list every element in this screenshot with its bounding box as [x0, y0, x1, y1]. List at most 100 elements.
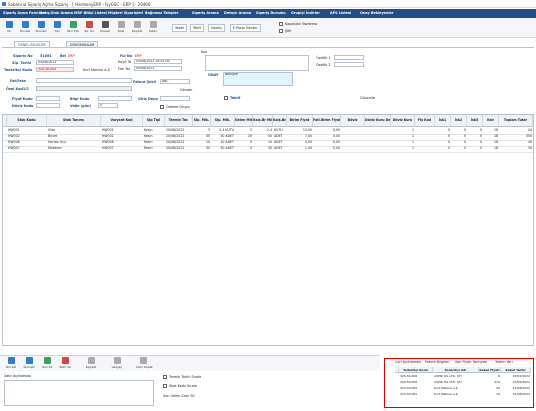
- menu-item-satis-stok-arama[interactable]: Satış/Stok Arama: [40, 11, 73, 15]
- table-cell[interactable]: 1: [392, 134, 414, 139]
- table-cell[interactable]: Vida: [48, 128, 100, 133]
- table-cell[interactable]: 0: [468, 146, 482, 151]
- kayit-tarihi-input[interactable]: 05/08/2022 16:52:00: [134, 59, 182, 64]
- sip-tarihi-input[interactable]: 05/08/2022: [36, 60, 74, 65]
- giris-depo-input[interactable]: [160, 96, 190, 101]
- mini-table-cell[interactable]: 270: [480, 380, 500, 385]
- grid-header-isk1[interactable]: İsk1: [435, 115, 451, 127]
- menu-item-grupici-indirler[interactable]: Grupiçi İndirler: [291, 11, 320, 15]
- table-cell[interactable]: 0,00: [314, 128, 340, 133]
- mini-table-cell[interactable]: 01/08/2022: [502, 392, 530, 397]
- table-cell[interactable]: 10: [194, 140, 210, 145]
- mini-table-cell[interactable]: 10: [480, 392, 500, 397]
- kapatilan-yazdirma-checkbox[interactable]: [279, 22, 283, 26]
- table-cell[interactable]: 0: [468, 128, 482, 133]
- table-cell[interactable]: [366, 128, 390, 133]
- table-cell[interactable]: 0: [436, 146, 450, 151]
- menu-item-aps-listesi[interactable]: APS Listesi: [330, 11, 351, 15]
- tab-cari-aciklamasi[interactable]: Cari Açıklaması: [395, 360, 421, 364]
- table-cell[interactable]: 20/08/2022: [166, 134, 192, 139]
- table-cell[interactable]: 24: [500, 128, 532, 133]
- table-cell[interactable]: [342, 140, 364, 145]
- table-cell[interactable]: 10,00: [288, 128, 312, 133]
- grid-header-termin-tar[interactable]: Termin Tar.: [165, 115, 193, 127]
- doviz-kodu-input[interactable]: [36, 103, 60, 108]
- cancel-button[interactable]: İptal: [114, 21, 128, 36]
- table-cell[interactable]: 40: [500, 140, 532, 145]
- table-cell[interactable]: 18: [484, 140, 498, 145]
- line-next-button[interactable]: Sonraki: [22, 357, 36, 372]
- table-cell[interactable]: [416, 140, 434, 145]
- table-cell[interactable]: Kesin: [144, 140, 164, 145]
- table-cell[interactable]: 30: [500, 146, 532, 151]
- grid-header-stok-tanimi[interactable]: Stok Tanımı: [47, 115, 101, 127]
- table-cell[interactable]: 1: [392, 146, 414, 151]
- table-cell[interactable]: 0: [452, 146, 466, 151]
- mini-header-tedarikci-adi[interactable]: Tedarikçi Adı: [433, 367, 479, 373]
- grid-header-sip-mik-birim[interactable]: Sip. Mik.: [211, 115, 235, 127]
- mini-table-cell[interactable]: ASPIR OIL LTD. ŞTİ: [434, 380, 478, 385]
- table-cell[interactable]: 50: [194, 134, 210, 139]
- menu-item-siparis-acma[interactable]: Sipariş Açma Formları: [3, 11, 45, 15]
- mini-table-cell[interactable]: 07/02/2022: [502, 374, 530, 379]
- table-cell[interactable]: 20: [236, 134, 252, 139]
- line-previous-button[interactable]: Önceki: [4, 357, 18, 372]
- table-cell[interactable]: HW001: [8, 128, 46, 133]
- table-cell[interactable]: 0,00: [314, 140, 340, 145]
- menu-item-musteri-siparisleri[interactable]: Müşteri Siparişleri: [108, 11, 143, 15]
- grid-header-fis-kod[interactable]: Fiş Kod: [415, 115, 435, 127]
- table-cell[interactable]: [342, 134, 364, 139]
- grid-header-kdv[interactable]: Kdv: [483, 115, 499, 127]
- mini-table-cell[interactable]: Kurt Makine A.Ş: [434, 392, 478, 397]
- table-cell[interactable]: Büvet: [48, 134, 100, 139]
- table-cell[interactable]: 10: [254, 140, 272, 145]
- table-cell[interactable]: 0: [452, 140, 466, 145]
- mini-table-cell[interactable]: 320.30.005: [400, 386, 432, 391]
- table-cell[interactable]: ADET: [274, 146, 286, 151]
- not-textarea[interactable]: [205, 55, 309, 71]
- table-cell[interactable]: Kesin: [144, 128, 164, 133]
- table-cell[interactable]: 1,00: [288, 146, 312, 151]
- table-cell[interactable]: 30: [194, 146, 210, 151]
- ozellik1-input[interactable]: [334, 55, 364, 60]
- vade-input[interactable]: 0: [98, 103, 118, 108]
- table-cell[interactable]: [416, 134, 434, 139]
- table-cell[interactable]: 0: [236, 146, 252, 151]
- teklif-button[interactable]: Teklif: [190, 24, 205, 32]
- table-cell[interactable]: 30: [254, 146, 272, 151]
- table-cell[interactable]: [342, 128, 364, 133]
- table-cell[interactable]: HW007: [102, 146, 142, 151]
- menu-item-siparis-durumu[interactable]: Sipariş Durumu: [256, 11, 286, 15]
- table-cell[interactable]: 18: [484, 128, 498, 133]
- grid-header-toplam-tutar[interactable]: Toplam Tutar: [499, 115, 533, 127]
- ozel-kod-input[interactable]: [36, 86, 132, 91]
- mini-table-cell[interactable]: 8: [480, 374, 500, 379]
- type-button[interactable]: Tipi: [50, 21, 64, 36]
- stok-kodu-sirala-checkbox[interactable]: [163, 384, 167, 388]
- table-cell[interactable]: 18: [484, 146, 498, 151]
- grid-header-doviz-kuru[interactable]: Döviz Kuru: [391, 115, 415, 127]
- mini-table-cell[interactable]: 320.30.006: [400, 380, 432, 385]
- menu-item-mrp-bitisi[interactable]: MRP Bitişi Listesi: [74, 11, 107, 15]
- grid-header-stok-kodu[interactable]: Stok Kodu: [7, 115, 47, 127]
- grid-header-kalis-br[interactable]: Kalş.Br.: [273, 115, 287, 127]
- table-cell[interactable]: ADET: [274, 140, 286, 145]
- table-cell[interactable]: HW006: [8, 140, 46, 145]
- line-close-button[interactable]: Satır Kapat: [136, 357, 153, 372]
- table-cell[interactable]: 0: [468, 134, 482, 139]
- fat-adres-input[interactable]: [36, 78, 132, 83]
- mini-table-cell[interactable]: 12/08/2022: [502, 386, 530, 391]
- table-cell[interactable]: 0: [236, 140, 252, 145]
- table-cell[interactable]: [342, 146, 364, 151]
- table-cell[interactable]: 0: [468, 140, 482, 145]
- table-cell[interactable]: 20/08/2022: [166, 140, 192, 145]
- table-cell[interactable]: 7,00: [288, 134, 312, 139]
- table-cell[interactable]: 50 ADET: [212, 134, 234, 139]
- mini-header-kabul-tarihi[interactable]: Kabul Tarihi: [501, 367, 531, 373]
- edit-button[interactable]: Düzelt: [98, 21, 112, 36]
- table-cell[interactable]: 20/08/2022: [166, 128, 192, 133]
- teklif-checkbox[interactable]: [224, 96, 228, 100]
- table-cell[interactable]: HW007: [8, 146, 46, 151]
- table-cell[interactable]: [366, 146, 390, 151]
- table-cell[interactable]: HW002: [102, 134, 142, 139]
